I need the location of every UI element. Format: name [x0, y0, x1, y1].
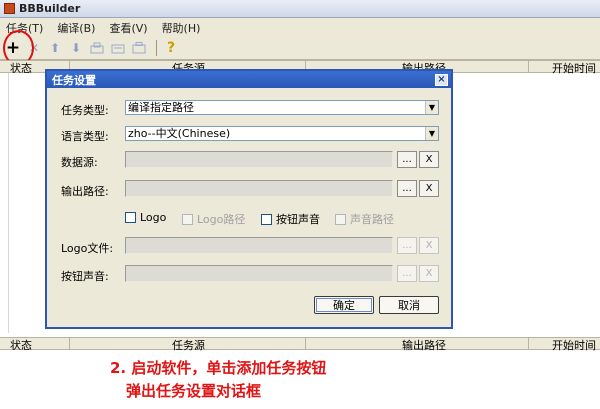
- task-type-label: 任务类型:: [61, 104, 109, 117]
- checkbox-box[interactable]: [125, 212, 136, 223]
- menu-bar: 任务(T) 编译(B) 查看(V) 帮助(H): [0, 18, 600, 37]
- column-start-time[interactable]: 开始时间: [552, 337, 596, 353]
- app-icon: [4, 3, 15, 14]
- dialog-titlebar[interactable]: 任务设置 ×: [47, 71, 451, 88]
- logo-checkbox-label: Logo: [140, 211, 167, 224]
- menu-view[interactable]: 查看(V): [109, 20, 147, 36]
- move-up-button[interactable]: ⬆: [46, 39, 64, 57]
- button-sound-input[interactable]: [125, 265, 393, 282]
- logo-file-browse-button[interactable]: ...: [397, 237, 417, 254]
- button-sound-clear-button[interactable]: X: [419, 265, 439, 282]
- toolbar-separator: [156, 40, 157, 56]
- language-select[interactable]: zho--中文(Chinese) ▼: [125, 126, 439, 141]
- output-path-input[interactable]: [125, 180, 393, 197]
- column-start-time[interactable]: 开始时间: [552, 60, 596, 76]
- sound-path-checkbox[interactable]: 声音路径: [335, 211, 394, 227]
- checkbox-box[interactable]: [261, 213, 272, 225]
- column-divider[interactable]: [528, 61, 529, 73]
- language-label: 语言类型:: [61, 130, 109, 143]
- logo-file-input[interactable]: [125, 237, 393, 254]
- dialog-close-button[interactable]: ×: [435, 73, 448, 86]
- language-value: zho--中文(Chinese): [128, 127, 231, 140]
- checkbox-box[interactable]: [182, 213, 193, 225]
- data-source-label: 数据源:: [61, 156, 98, 169]
- tutorial-caption-line1: 2. 启动软件，单击添加任务按钮: [110, 359, 327, 377]
- help-button[interactable]: ?: [162, 39, 180, 57]
- menu-help[interactable]: 帮助(H): [162, 20, 201, 36]
- sound-path-checkbox-label: 声音路径: [350, 213, 394, 226]
- toolbar: + ✕ ⬆ ⬇ ?: [0, 37, 600, 60]
- build-icon[interactable]: [109, 39, 127, 57]
- data-source-input[interactable]: [125, 151, 393, 168]
- column-divider[interactable]: [528, 338, 529, 350]
- cancel-button[interactable]: 取消: [379, 296, 439, 314]
- button-sound-browse-button[interactable]: ...: [397, 265, 417, 282]
- menu-build[interactable]: 编译(B): [57, 20, 95, 36]
- task-type-value: 编译指定路径: [128, 101, 194, 114]
- output-path-browse-button[interactable]: ...: [397, 180, 417, 197]
- logo-file-clear-button[interactable]: X: [419, 237, 439, 254]
- logo-path-checkbox-label: Logo路径: [197, 213, 246, 226]
- build-all-icon[interactable]: [130, 39, 148, 57]
- log-list-header: 状态 任务源 输出路径 开始时间: [0, 337, 600, 353]
- column-source[interactable]: 任务源: [172, 337, 205, 353]
- output-path-label: 输出路径:: [61, 185, 109, 198]
- window-titlebar: BBBuilder: [0, 0, 600, 18]
- logo-file-label: Logo文件:: [61, 242, 114, 255]
- export-icon[interactable]: [88, 39, 106, 57]
- checkbox-box[interactable]: [335, 213, 346, 225]
- window-title: BBBuilder: [19, 2, 81, 15]
- tutorial-caption-line2: 弹出任务设置对话框: [126, 382, 262, 400]
- data-source-clear-button[interactable]: X: [419, 151, 439, 168]
- logo-path-checkbox[interactable]: Logo路径: [182, 211, 245, 227]
- column-divider[interactable]: [69, 338, 70, 350]
- task-type-select[interactable]: 编译指定路径 ▼: [125, 100, 439, 115]
- column-output-path[interactable]: 输出路径: [402, 337, 446, 353]
- chevron-down-icon[interactable]: ▼: [425, 101, 438, 114]
- move-down-button[interactable]: ⬇: [67, 39, 85, 57]
- dialog-title: 任务设置: [52, 73, 96, 87]
- list-left-border: [8, 73, 9, 333]
- chevron-down-icon[interactable]: ▼: [425, 127, 438, 140]
- task-settings-dialog: 任务设置 × 任务类型: 编译指定路径 ▼ 语言类型: zho--中文(Chin…: [45, 69, 453, 329]
- logo-checkbox[interactable]: Logo: [125, 211, 166, 224]
- column-status[interactable]: 状态: [10, 60, 32, 76]
- output-path-clear-button[interactable]: X: [419, 180, 439, 197]
- button-sound-checkbox-label: 按钮声音: [276, 213, 320, 226]
- button-sound-checkbox[interactable]: 按钮声音: [261, 211, 320, 227]
- button-sound-label: 按钮声音:: [61, 270, 109, 283]
- data-source-browse-button[interactable]: ...: [397, 151, 417, 168]
- ok-button[interactable]: 确定: [314, 296, 374, 314]
- column-divider[interactable]: [305, 338, 306, 350]
- column-status[interactable]: 状态: [10, 337, 32, 353]
